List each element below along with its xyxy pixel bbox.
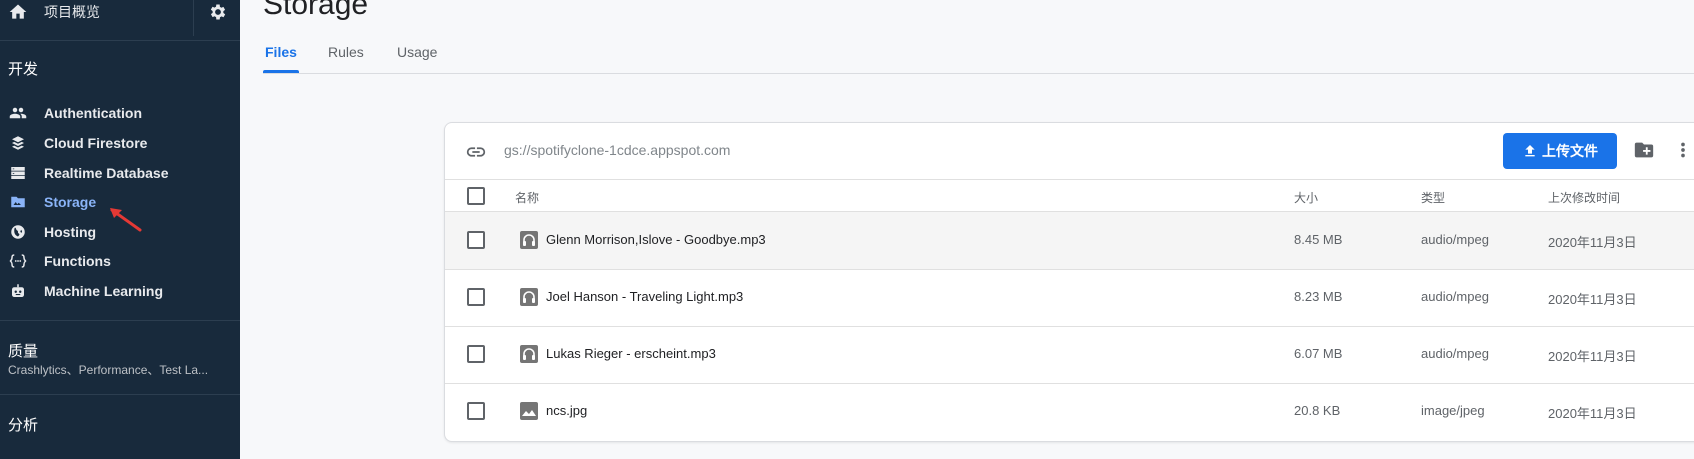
table-row[interactable]: Lukas Rieger - erscheint.mp3 6.07 MB aud… (445, 326, 1694, 384)
sidebar-item-label: Machine Learning (44, 283, 164, 299)
file-size: 8.23 MB (1294, 289, 1343, 304)
sidebar-item-label: Functions (44, 253, 111, 269)
file-type: image/jpeg (1421, 403, 1485, 418)
file-modified: 2020年11月3日 (1548, 349, 1637, 364)
file-size: 6.07 MB (1294, 346, 1343, 361)
upload-icon (1522, 143, 1538, 159)
top-divider (193, 0, 194, 36)
gear-icon[interactable] (208, 2, 228, 27)
section-quality-subtitle: Crashlytics、Performance、Test La... (8, 363, 209, 377)
column-header-type[interactable]: 类型 (1421, 189, 1445, 206)
home-icon[interactable] (8, 2, 28, 27)
table-header: 名称 大小 类型 上次修改时间 (445, 179, 1694, 212)
sidebar-divider (0, 320, 240, 321)
file-type: audio/mpeg (1421, 232, 1489, 247)
tabs-divider (263, 73, 1694, 74)
file-modified: 2020年11月3日 (1548, 235, 1637, 250)
card-header: gs://spotifyclone-1cdce.appspot.com 上传文件 (445, 123, 1694, 180)
sidebar-item-label: Authentication (44, 105, 142, 121)
row-checkbox[interactable] (467, 402, 485, 420)
upload-button-label: 上传文件 (1542, 143, 1598, 159)
sidebar-item-label: Realtime Database (44, 165, 169, 181)
more-vert-icon[interactable] (1679, 139, 1687, 166)
sidebar-item-functions[interactable]: Functions (0, 246, 240, 276)
audio-file-icon (519, 344, 539, 369)
sidebar-top-bar: 项目概览 (0, 0, 240, 41)
file-modified: 2020年11月3日 (1548, 406, 1637, 421)
file-name[interactable]: Joel Hanson - Traveling Light.mp3 (546, 289, 743, 304)
sidebar-item-label: Storage (44, 194, 97, 210)
files-card: gs://spotifyclone-1cdce.appspot.com 上传文件… (444, 122, 1694, 442)
sidebar-item-cloud-firestore[interactable]: Cloud Firestore (0, 128, 240, 158)
file-name[interactable]: ncs.jpg (546, 403, 587, 418)
section-analytics-title[interactable]: 分析 (8, 414, 38, 435)
link-icon[interactable] (465, 141, 487, 168)
functions-icon (8, 251, 28, 271)
audio-file-icon (519, 287, 539, 312)
firestore-icon (8, 133, 28, 153)
new-folder-icon[interactable] (1633, 139, 1655, 166)
file-size: 8.45 MB (1294, 232, 1343, 247)
sidebar-item-machine-learning[interactable]: Machine Learning (0, 276, 240, 306)
robot-icon (8, 281, 28, 301)
sidebar-divider (0, 394, 240, 395)
project-overview-link[interactable]: 项目概览 (44, 2, 100, 22)
sidebar-item-label: Cloud Firestore (44, 135, 148, 151)
audio-file-icon (519, 230, 539, 255)
section-quality-title[interactable]: 质量 (8, 340, 38, 361)
table-row[interactable]: Joel Hanson - Traveling Light.mp3 8.23 M… (445, 269, 1694, 327)
bucket-url: gs://spotifyclone-1cdce.appspot.com (504, 142, 731, 158)
file-name[interactable]: Lukas Rieger - erscheint.mp3 (546, 346, 716, 361)
table-row[interactable]: Glenn Morrison,Islove - Goodbye.mp3 8.45… (445, 212, 1694, 270)
file-type: audio/mpeg (1421, 289, 1489, 304)
page-title: Storage (263, 0, 369, 21)
row-checkbox[interactable] (467, 345, 485, 363)
sidebar-item-authentication[interactable]: Authentication (0, 98, 240, 128)
annotation-arrow-icon (110, 208, 142, 232)
database-icon (8, 163, 28, 183)
file-size: 20.8 KB (1294, 403, 1341, 418)
section-dev-title: 开发 (8, 61, 39, 78)
column-header-name[interactable]: 名称 (515, 189, 539, 206)
file-modified: 2020年11月3日 (1548, 292, 1637, 307)
row-checkbox[interactable] (467, 288, 485, 306)
file-name[interactable]: Glenn Morrison,Islove - Goodbye.mp3 (546, 232, 766, 247)
table-row[interactable]: ncs.jpg 20.8 KB image/jpeg 2020年11月3日 (445, 383, 1694, 440)
select-all-checkbox[interactable] (467, 187, 485, 205)
globe-icon (8, 222, 28, 242)
tab-usage[interactable]: Usage (397, 44, 437, 60)
image-file-icon (519, 401, 539, 426)
column-header-modified[interactable]: 上次修改时间 (1548, 189, 1620, 206)
storage-icon (8, 192, 28, 212)
sidebar-item-realtime-database[interactable]: Realtime Database (0, 158, 240, 188)
tab-rules[interactable]: Rules (328, 44, 364, 60)
tab-files[interactable]: Files (265, 44, 297, 60)
row-checkbox[interactable] (467, 231, 485, 249)
column-header-size[interactable]: 大小 (1294, 189, 1318, 206)
upload-file-button[interactable]: 上传文件 (1503, 133, 1617, 169)
file-type: audio/mpeg (1421, 346, 1489, 361)
sidebar-item-label: Hosting (44, 224, 97, 240)
people-icon (8, 103, 28, 123)
